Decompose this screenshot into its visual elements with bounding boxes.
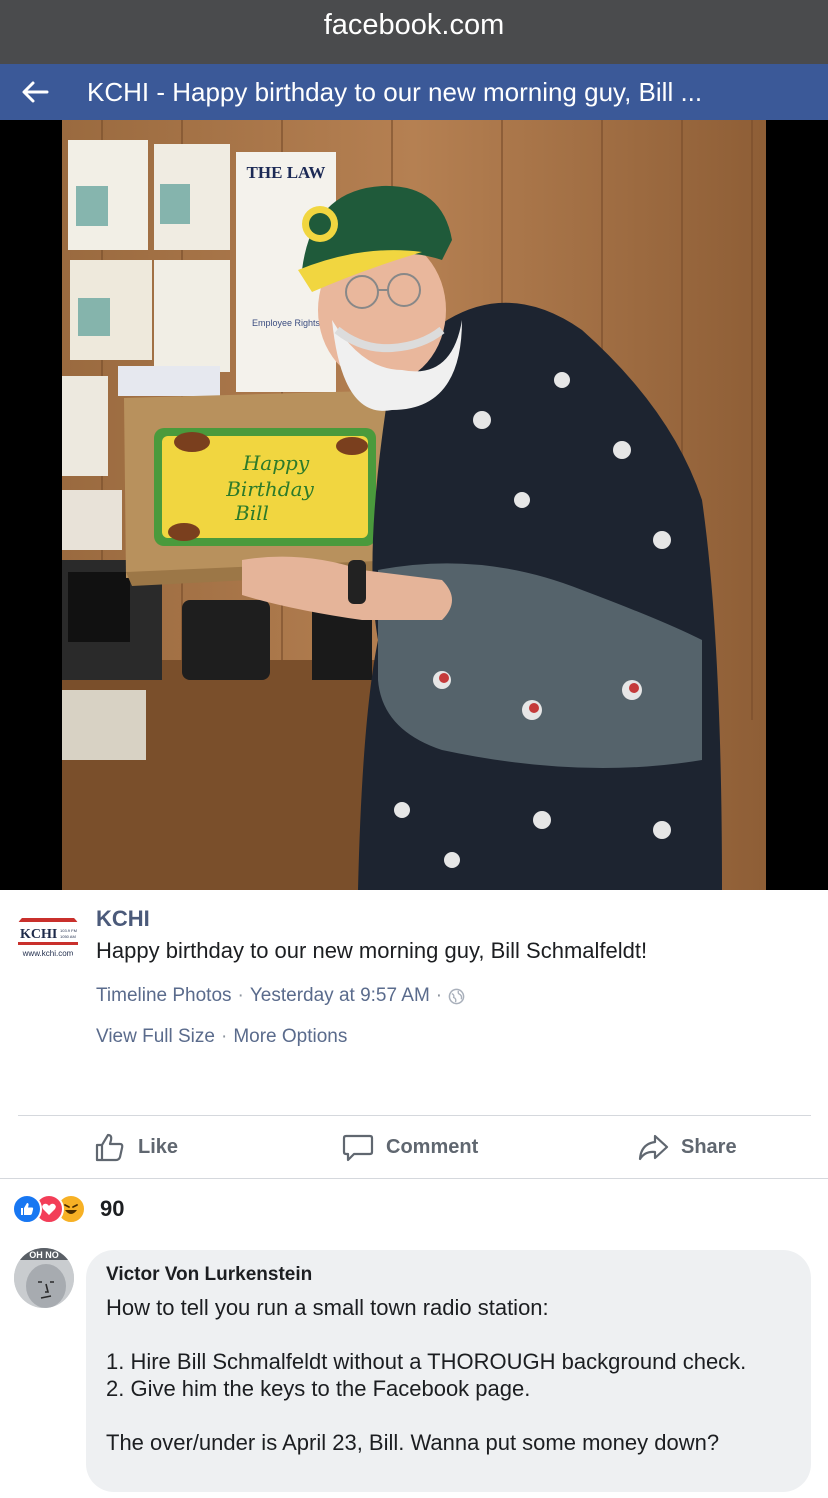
avatar-freq-am: 1050 AM (60, 934, 76, 939)
post-text: Happy birthday to our new morning guy, B… (96, 938, 648, 963)
share-icon (638, 1134, 669, 1161)
post-photo-container[interactable]: THE LAW Employee Rights Happy Birthday B… (0, 120, 828, 890)
comment-author[interactable]: Victor Von Lurkenstein (106, 1264, 791, 1286)
share-button[interactable]: Share (637, 1116, 737, 1178)
avatar-caption: OH NO (29, 1250, 59, 1260)
avatar-url-text: www.kchi.com (22, 949, 74, 958)
post-actions: Like Comment Share (0, 1116, 828, 1178)
comment-label: Comment (386, 1135, 479, 1158)
avatar-logo-text: KCHI (20, 927, 57, 942)
photo-options: View Full Size · More Options (96, 1026, 347, 1048)
comment-bubble: Victor Von Lurkenstein How to tell you r… (86, 1250, 811, 1492)
view-full-size-link[interactable]: View Full Size (96, 1026, 215, 1048)
post-photo[interactable]: THE LAW Employee Rights Happy Birthday B… (62, 120, 766, 890)
reactions-summary[interactable]: 90 (12, 1192, 124, 1226)
like-reaction-icon (12, 1194, 42, 1224)
cake-text-2: Birthday (225, 477, 314, 501)
avatar-freq-fm: 103.9 FM (60, 928, 77, 933)
meta-separator: · (237, 985, 244, 1006)
url-bar[interactable]: facebook.com (0, 0, 828, 64)
divider (0, 1178, 828, 1179)
post-timestamp[interactable]: Yesterday at 9:57 AM (250, 985, 430, 1007)
like-button[interactable]: Like (94, 1116, 178, 1178)
back-arrow-icon[interactable] (0, 64, 70, 120)
globe-icon (448, 988, 465, 1004)
page-header: KCHI - Happy birthday to our new morning… (0, 64, 828, 120)
page-name[interactable]: KCHI (96, 906, 150, 932)
post-meta-line: Timeline Photos · Yesterday at 9:57 AM · (96, 985, 465, 1007)
thumbs-up-icon (95, 1133, 124, 1162)
commenter-avatar[interactable]: OH NO (14, 1248, 74, 1308)
cake-text-1: Happy (242, 451, 310, 475)
comment-line: How to tell you run a small town radio s… (106, 1295, 549, 1320)
share-label: Share (681, 1135, 737, 1158)
poster-title: THE LAW (247, 163, 326, 182)
options-separator: · (220, 1026, 228, 1047)
more-options-link[interactable]: More Options (233, 1026, 347, 1048)
comment-line: 1. Hire Bill Schmalfeldt without a THORO… (106, 1349, 747, 1374)
reaction-count: 90 (100, 1196, 125, 1221)
comment-button[interactable]: Comment (342, 1116, 478, 1178)
meta-separator: · (435, 985, 443, 1006)
album-link[interactable]: Timeline Photos (96, 985, 232, 1007)
header-title: KCHI - Happy birthday to our new morning… (87, 76, 703, 107)
page-avatar[interactable]: KCHI 103.9 FM 1050 AM www.kchi.com (14, 908, 82, 964)
cake-text-3: Bill (234, 501, 269, 525)
url-text: facebook.com (323, 9, 505, 41)
comment-icon (342, 1134, 374, 1162)
comment-line: 2. Give him the keys to the Facebook pag… (106, 1376, 531, 1401)
like-label: Like (138, 1135, 179, 1158)
post-meta: KCHI 103.9 FM 1050 AM www.kchi.com KCHI … (0, 890, 828, 1116)
poster-subtitle: Employee Rights (252, 318, 321, 328)
comment-line: The over/under is April 23, Bill. Wanna … (106, 1430, 720, 1455)
